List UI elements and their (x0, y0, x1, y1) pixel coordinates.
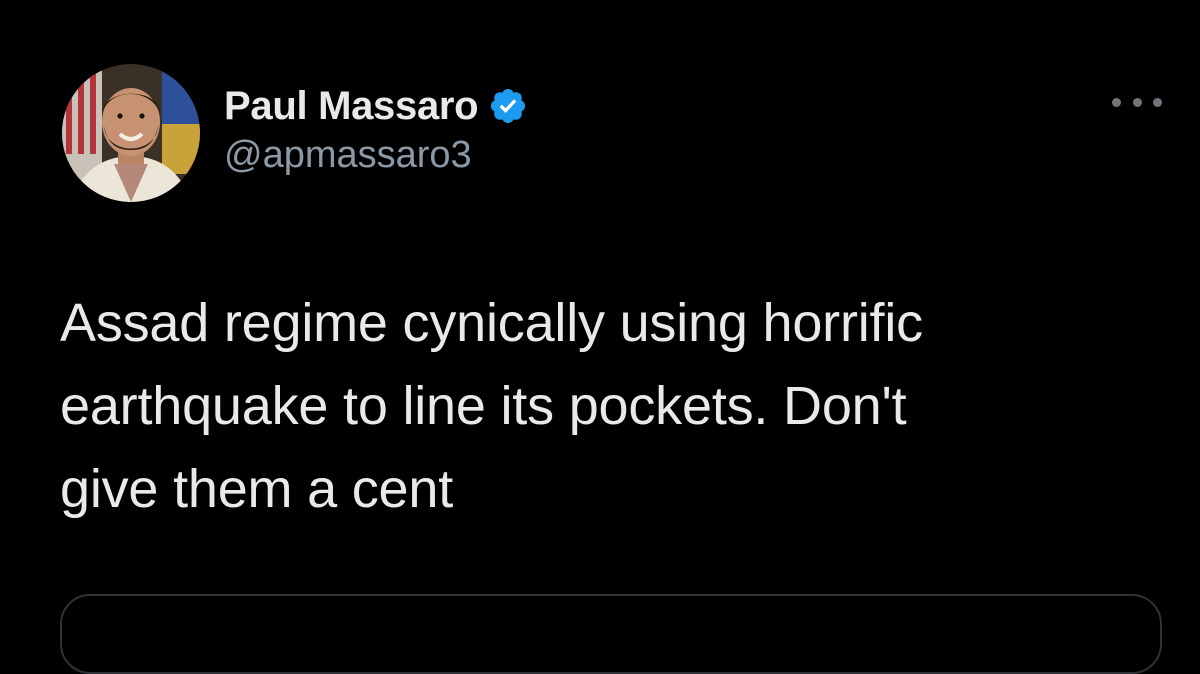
tweet-header: Paul Massaro @apmassaro3 (62, 64, 528, 204)
display-name[interactable]: Paul Massaro (224, 84, 479, 129)
verified-badge-icon (488, 86, 528, 126)
dot (1153, 97, 1162, 107)
author-handle[interactable]: @apmassaro3 (224, 134, 528, 177)
dot (1132, 97, 1142, 107)
tweet-text-line: Assad regime cynically using horrific (60, 293, 923, 353)
tweet-text-line: earthquake to line its pockets. Don't (60, 376, 907, 436)
avatar-image (62, 64, 200, 202)
author-identity: Paul Massaro @apmassaro3 (224, 80, 528, 177)
tweet-text: Assad regime cynically using horrific ea… (60, 282, 1160, 531)
avatar[interactable] (62, 64, 200, 202)
tweet-card: Paul Massaro @apmassaro3 Assad regime cy… (0, 0, 1200, 674)
quoted-embed-card[interactable] (60, 594, 1162, 674)
name-row: Paul Massaro (224, 80, 528, 132)
ellipsis-icon[interactable] (1112, 88, 1162, 116)
tweet-text-line: give them a cent (60, 459, 454, 519)
dot (1112, 97, 1121, 107)
